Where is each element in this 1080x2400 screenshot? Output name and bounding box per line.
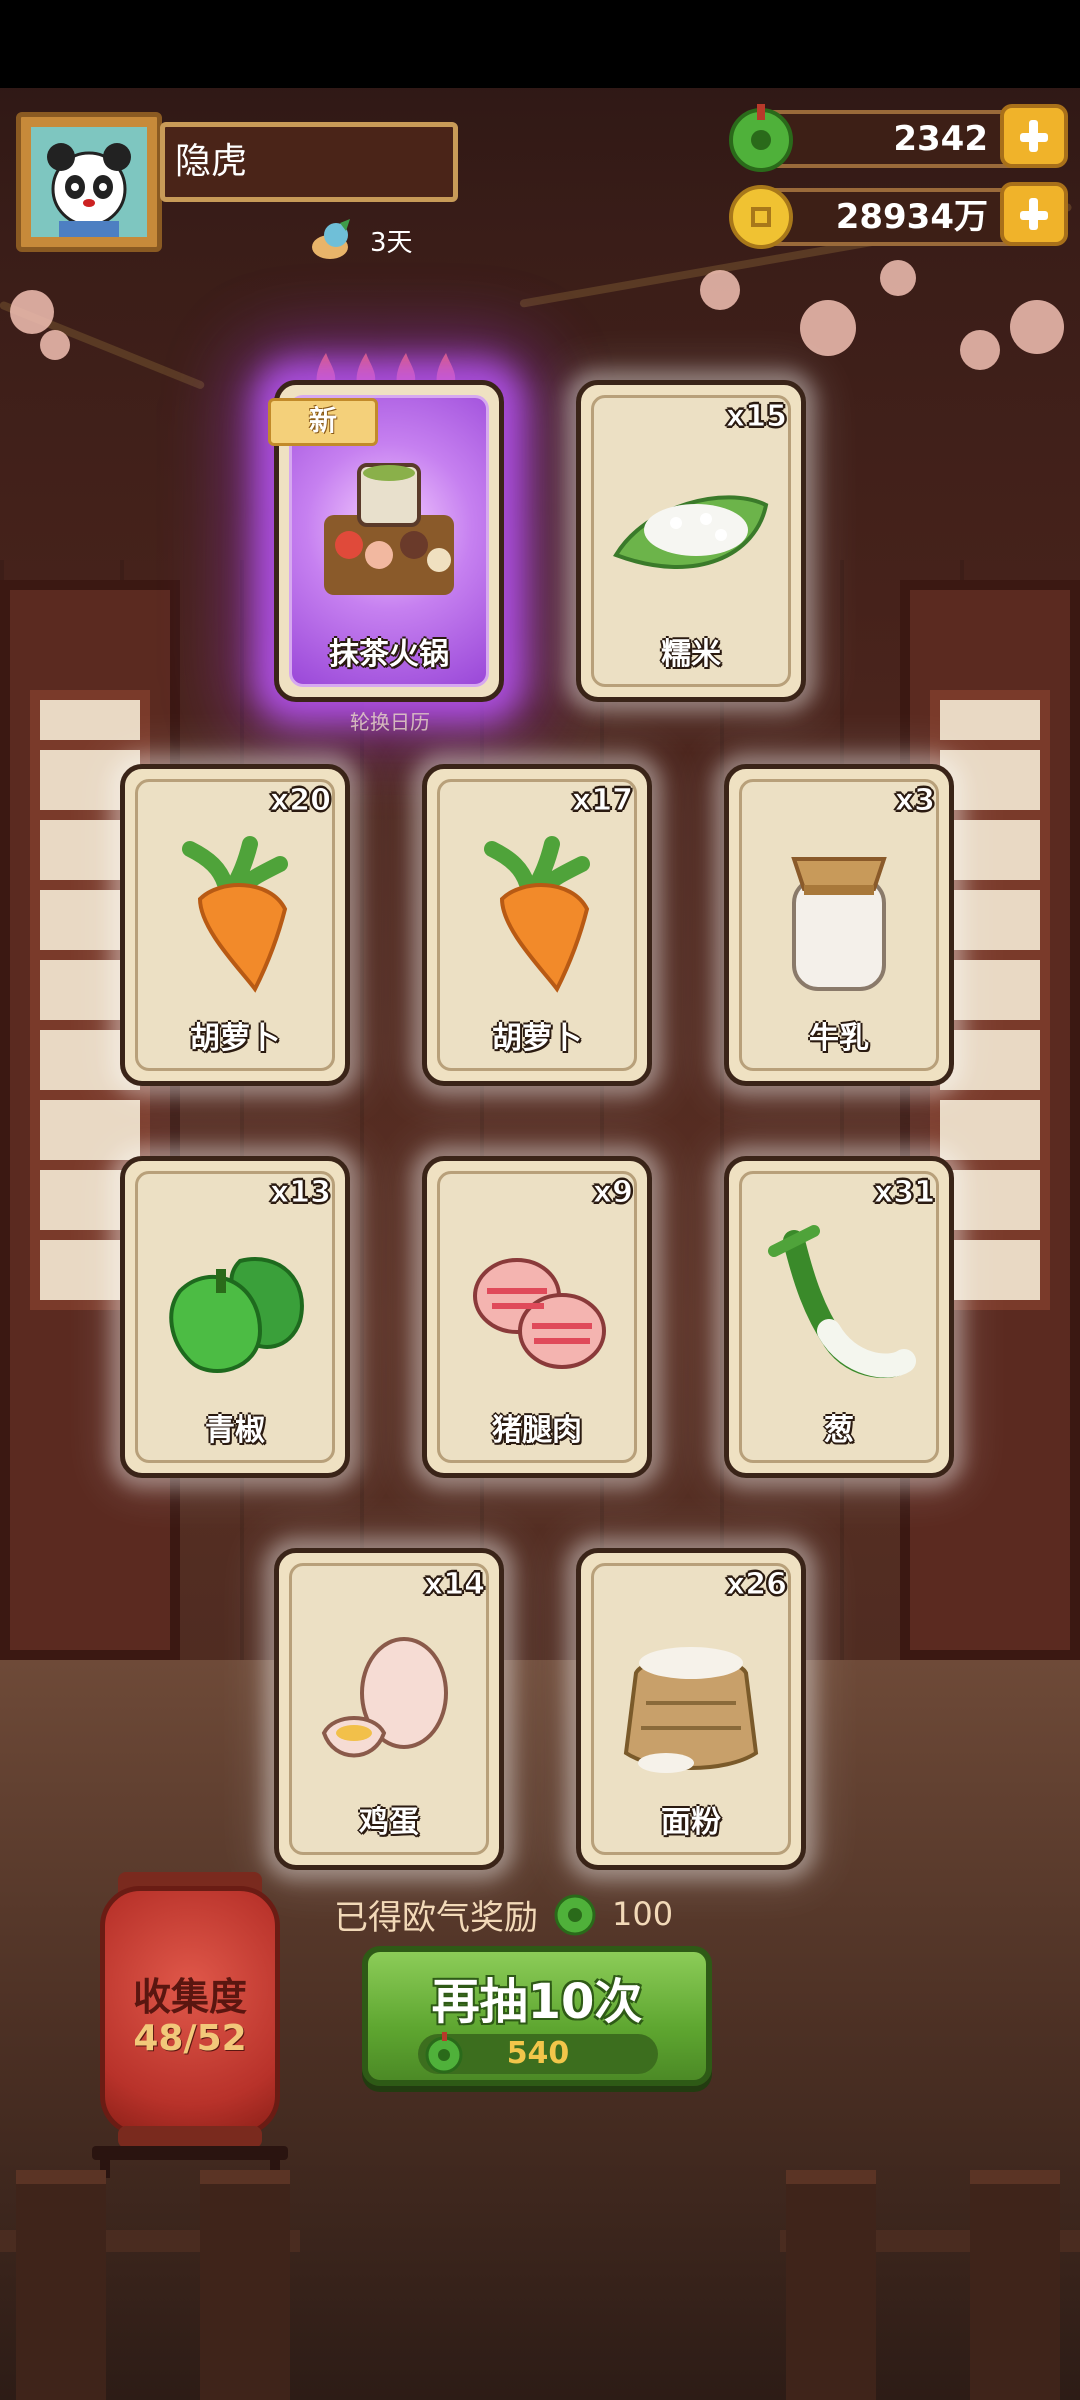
card-flour[interactable]: x26 面粉: [576, 1548, 806, 1870]
draw-button-label: 再抽10次: [431, 1974, 643, 2030]
rotation-calendar-caption: 轮换日历: [350, 710, 430, 734]
card-count: x14: [423, 1567, 485, 1603]
blossom-decoration: [40, 330, 70, 360]
new-badge: 新: [268, 398, 378, 446]
blossom-decoration: [700, 270, 740, 310]
rice-icon: [613, 495, 769, 569]
add-coin-button[interactable]: [1000, 182, 1068, 246]
card-milk[interactable]: x3 牛乳: [724, 764, 954, 1086]
reward-text: 已得欧气奖励: [334, 1897, 538, 1938]
flour-sack-icon: [623, 1647, 759, 1773]
blossom-decoration: [1010, 300, 1064, 354]
reward-amount: 100: [612, 1895, 674, 1933]
carrot-icon: [484, 836, 590, 993]
card-carrot[interactable]: x17 胡萝卜: [422, 764, 652, 1086]
card-egg[interactable]: x14 鸡蛋: [274, 1548, 504, 1870]
pork-icon: [473, 1258, 606, 1369]
card-label: 猪腿肉: [492, 1413, 582, 1448]
right-door-decoration: [900, 580, 1080, 1660]
blossom-decoration: [800, 300, 856, 356]
fence-post: [786, 2170, 876, 2400]
fence-post: [970, 2170, 1060, 2400]
card-green-pepper[interactable]: x13 青椒: [120, 1156, 350, 1478]
game-screen: 隐虎 3天 2342 28934万 抹茶火锅 新 轮换日历 x15 糯米 x20…: [0, 0, 1080, 2400]
lantern-base: [118, 2126, 262, 2148]
fence-post: [16, 2170, 106, 2400]
status-bar: [0, 0, 1080, 88]
coin-icon: [729, 185, 793, 249]
panda-avatar-icon: [31, 127, 147, 237]
avatar[interactable]: [16, 112, 162, 252]
card-count: x17: [571, 783, 633, 819]
card-count: x3: [894, 783, 935, 819]
card-label: 青椒: [205, 1413, 265, 1448]
jade-icon: [554, 1894, 596, 1936]
card-label: 葱: [824, 1413, 854, 1448]
card-count: x15: [725, 399, 787, 435]
card-label: 面粉: [661, 1805, 721, 1840]
milk-jar-icon: [791, 857, 887, 991]
card-count: x20: [269, 783, 331, 819]
card-count: x31: [873, 1175, 935, 1211]
collection-title: 收集度: [132, 1975, 247, 2019]
card-count: x9: [592, 1175, 633, 1211]
card-label: 糯米: [661, 637, 721, 672]
card-carrot[interactable]: x20 胡萝卜: [120, 764, 350, 1086]
jade-icon: [425, 2032, 463, 2074]
card-pork[interactable]: x9 猪腿肉: [422, 1156, 652, 1478]
day-counter-icon: [312, 219, 350, 259]
fence-post: [200, 2170, 290, 2400]
matcha-hotpot-icon: [324, 463, 454, 595]
card-label: 抹茶火锅: [329, 637, 449, 672]
add-jade-button[interactable]: [1000, 104, 1068, 168]
jade-icon: [729, 104, 793, 172]
left-door-decoration: [0, 580, 180, 1660]
card-count: x26: [725, 1567, 787, 1603]
card-label: 鸡蛋: [359, 1805, 419, 1840]
card-label: 胡萝卜: [492, 1021, 582, 1056]
carrot-icon: [182, 836, 288, 993]
card-count: x13: [269, 1175, 331, 1211]
green-pepper-icon: [169, 1257, 304, 1373]
card-rice[interactable]: x15 糯米: [576, 380, 806, 702]
blossom-decoration: [880, 260, 916, 296]
card-label: 牛乳: [809, 1021, 869, 1056]
blossom-decoration: [960, 330, 1000, 370]
luck-reward-info: 已得欧气奖励 100: [334, 1886, 673, 1942]
egg-icon: [321, 1637, 448, 1758]
collection-progress: 48/52: [133, 2018, 247, 2059]
player-name: 隐虎: [160, 122, 458, 202]
card-label: 胡萝卜: [190, 1021, 280, 1056]
scallion-icon: [768, 1225, 916, 1378]
lantern-stand: [92, 2146, 288, 2160]
days-text: 3天: [370, 227, 413, 258]
draw-again-button[interactable]: 再抽10次 540: [362, 1946, 712, 2086]
card-scallion[interactable]: x31 葱: [724, 1156, 954, 1478]
blossom-decoration: [10, 290, 54, 334]
login-days: 3天: [310, 218, 413, 262]
